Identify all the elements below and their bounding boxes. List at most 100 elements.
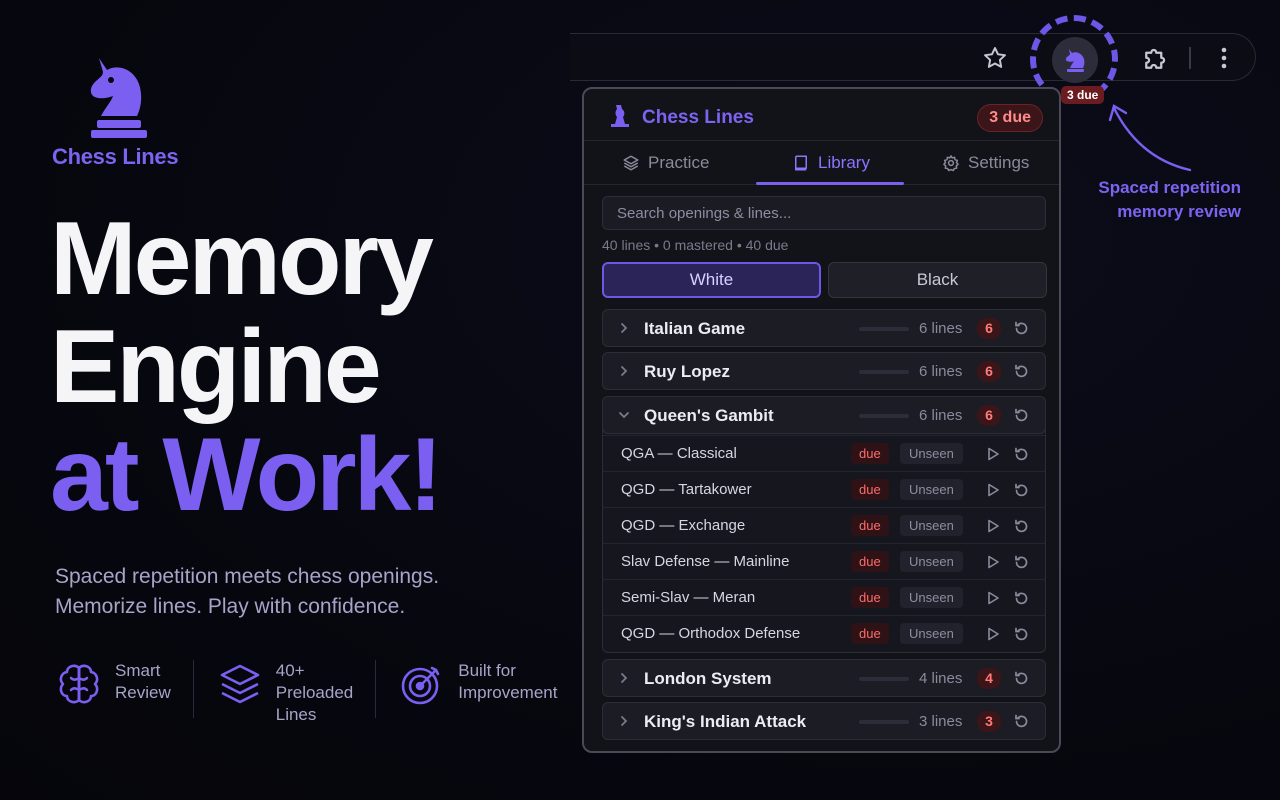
tagline: Spaced repetition meets chess openings. …: [55, 562, 439, 622]
reset-icon[interactable]: [1013, 482, 1030, 499]
line-name: Slav Defense — Mainline: [621, 553, 790, 570]
feature-divider: [375, 660, 377, 718]
annotation-line-2: memory review: [1117, 202, 1241, 221]
reset-icon[interactable]: [1013, 670, 1030, 687]
due-badge: due: [851, 443, 889, 464]
tab-settings[interactable]: Settings: [942, 141, 1029, 185]
group-due-badge: 4: [977, 668, 1001, 689]
line-row[interactable]: QGD — Exchange due Unseen: [603, 507, 1045, 543]
feature-label: Built for Improvement: [458, 661, 558, 702]
layers-icon: [623, 155, 639, 171]
popup-header: Chess Lines 3 due: [584, 89, 1059, 141]
feature-list: Smart Review 40+ Preloaded Lines Built f…: [55, 660, 557, 726]
feature-preloaded-lines: 40+ Preloaded Lines: [216, 660, 354, 726]
group-due-badge: 3: [977, 711, 1001, 732]
line-name: QGD — Orthodox Defense: [621, 625, 801, 642]
line-name: QGD — Exchange: [621, 517, 746, 534]
line-name: QGA — Classical: [621, 445, 737, 462]
group-due-badge: 6: [977, 361, 1001, 382]
reset-icon[interactable]: [1013, 320, 1030, 337]
reset-icon[interactable]: [1013, 518, 1030, 535]
feature-divider: [192, 660, 194, 718]
toolbar-divider: [1189, 47, 1191, 69]
tagline-line-1: Spaced repetition meets chess openings.: [55, 565, 440, 588]
play-icon[interactable]: [985, 482, 1001, 498]
line-name: Semi-Slav — Meran: [621, 589, 756, 606]
group-name: Ruy Lopez: [644, 362, 730, 381]
play-icon[interactable]: [985, 554, 1001, 570]
active-tab-indicator: [756, 182, 904, 185]
opening-group-kings-indian-attack[interactable]: King's Indian Attack 3 lines 3: [602, 702, 1046, 740]
line-row[interactable]: Semi-Slav — Meran due Unseen: [603, 579, 1045, 615]
play-icon[interactable]: [985, 626, 1001, 642]
group-line-count: 3 lines: [919, 713, 963, 730]
headline-line-1: Memory: [50, 201, 434, 317]
knight-icon: [90, 58, 147, 138]
feature-smart-review: Smart Review: [55, 660, 171, 708]
annotation-arrow-icon: [1108, 104, 1192, 172]
more-menu-icon[interactable]: [1214, 45, 1234, 71]
group-name: Italian Game: [644, 319, 746, 338]
color-toggle-white[interactable]: White: [602, 262, 821, 298]
play-icon[interactable]: [985, 518, 1001, 534]
status-badge: Unseen: [900, 587, 963, 608]
opening-group-ruy-lopez[interactable]: Ruy Lopez 6 lines 6: [602, 352, 1046, 390]
chevron-right-icon: [621, 366, 628, 376]
reset-icon[interactable]: [1013, 363, 1030, 380]
popup-title: Chess Lines: [642, 107, 754, 128]
group-progress-bar: [859, 327, 909, 331]
extension-popup: Chess Lines 3 due Practice Library Setti…: [582, 87, 1061, 753]
color-toggle-black[interactable]: Black: [828, 262, 1047, 298]
bookmark-star-icon[interactable]: [982, 45, 1008, 71]
due-badge: due: [851, 623, 889, 644]
opening-group-london-system[interactable]: London System 4 lines 4: [602, 659, 1046, 697]
headline-line-2: Engine: [50, 309, 382, 425]
due-badge: due: [851, 515, 889, 536]
play-icon[interactable]: [985, 590, 1001, 606]
group-progress-bar: [859, 414, 909, 418]
reset-icon[interactable]: [1013, 590, 1030, 607]
headline-line-3: at Work!: [50, 417, 443, 533]
tab-bar: Practice Library Settings: [584, 141, 1059, 185]
annotation-text: Spaced repetition memory review: [1075, 176, 1241, 224]
due-badge: due: [851, 587, 889, 608]
opening-group-queens-gambit: Queen's Gambit 6 lines 6 QGA — Classical…: [602, 396, 1046, 653]
line-row[interactable]: QGD — Orthodox Defense due Unseen: [603, 615, 1045, 651]
reset-icon[interactable]: [1013, 626, 1030, 643]
group-header[interactable]: Queen's Gambit 6 lines 6: [603, 397, 1045, 434]
line-row[interactable]: QGA — Classical due Unseen: [603, 435, 1045, 471]
chevron-right-icon: [621, 323, 628, 333]
chevron-down-icon: [619, 412, 629, 419]
reset-icon[interactable]: [1013, 713, 1030, 730]
due-badge: due: [851, 551, 889, 572]
tagline-line-2: Memorize lines. Play with confidence.: [55, 595, 406, 618]
group-progress-bar: [859, 677, 909, 681]
reset-icon[interactable]: [1013, 554, 1030, 571]
line-row[interactable]: QGD — Tartakower due Unseen: [603, 471, 1045, 507]
book-icon: [794, 155, 807, 171]
reset-icon[interactable]: [1013, 407, 1030, 424]
library-stats: 40 lines • 0 mastered • 40 due: [602, 237, 789, 253]
extension-due-badge: 3 due: [1061, 86, 1105, 104]
search-input[interactable]: [602, 196, 1046, 230]
group-line-count: 6 lines: [919, 407, 963, 424]
layers-icon: [220, 664, 260, 704]
feature-built-for-improvement: Built for Improvement: [398, 660, 557, 708]
chevron-right-icon: [621, 716, 628, 726]
extension-button[interactable]: [1052, 37, 1098, 83]
brand-name: Chess Lines: [52, 144, 179, 169]
opening-group-italian-game[interactable]: Italian Game 6 lines 6: [602, 309, 1046, 347]
tab-practice[interactable]: Practice: [622, 141, 709, 185]
tab-library[interactable]: Library: [792, 141, 870, 185]
tab-label: Practice: [648, 153, 710, 172]
group-name: King's Indian Attack: [644, 712, 807, 731]
line-name: QGD — Tartakower: [621, 481, 752, 498]
group-due-badge: 6: [977, 405, 1001, 426]
reset-icon[interactable]: [1013, 446, 1030, 463]
puzzle-icon[interactable]: [1140, 44, 1170, 74]
feature-label: 40+ Preloaded Lines: [275, 661, 354, 724]
play-icon[interactable]: [985, 446, 1001, 462]
headline: Memory Engine at Work!: [50, 201, 443, 533]
line-row[interactable]: Slav Defense — Mainline due Unseen: [603, 543, 1045, 579]
group-due-badge: 6: [977, 318, 1001, 339]
